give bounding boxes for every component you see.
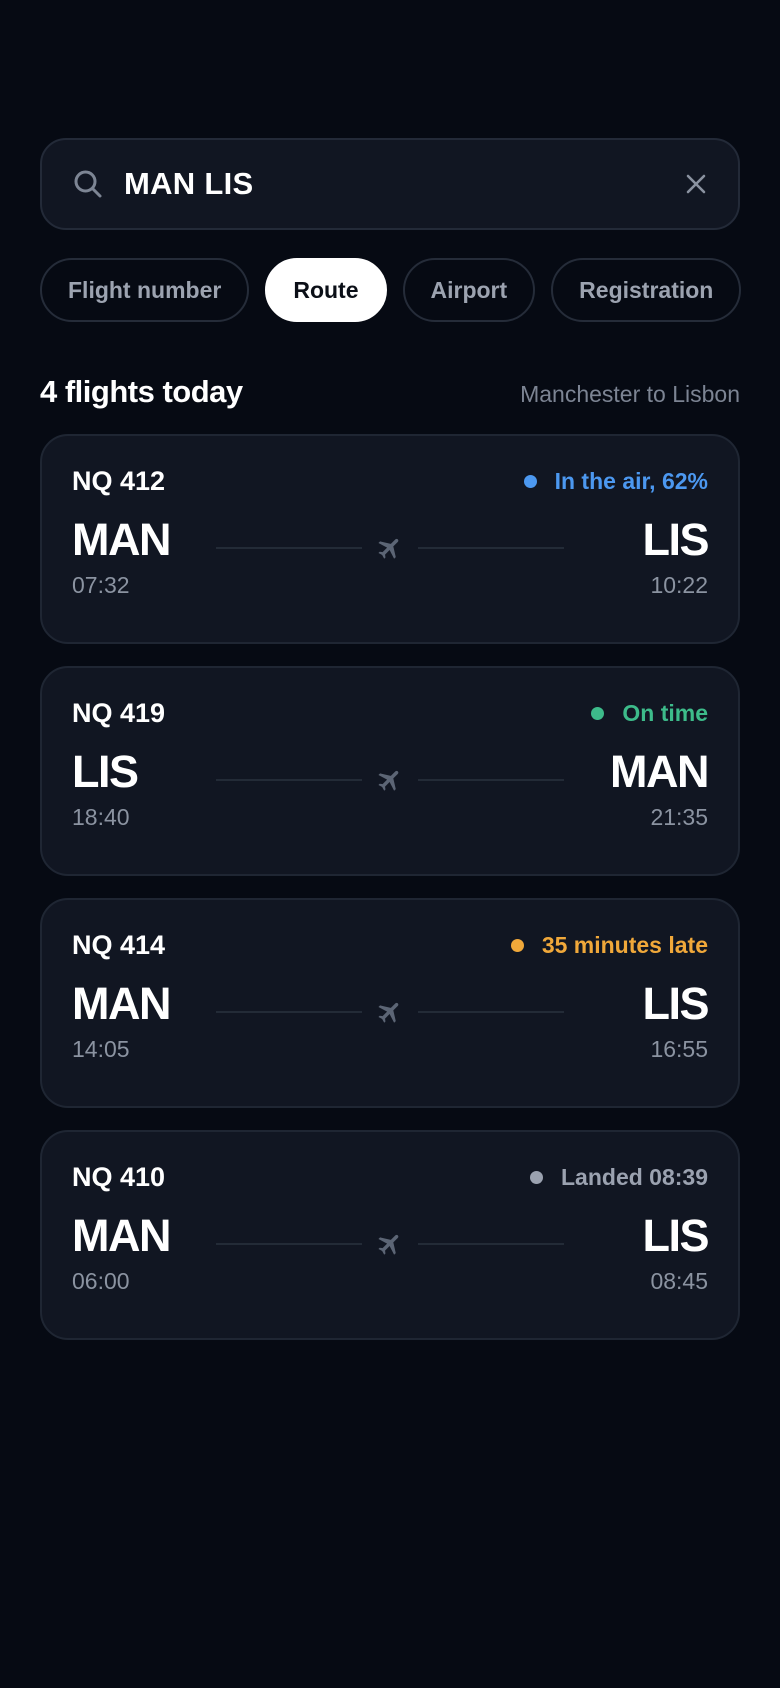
flight-card[interactable]: NQ 414 35 minutes late MAN 14:05 LIS 16:… xyxy=(40,898,740,1108)
arrival-code: MAN xyxy=(610,746,709,797)
track-line xyxy=(216,779,362,781)
track-line xyxy=(418,1243,564,1245)
flight-card[interactable]: NQ 412 In the air, 62% MAN 07:32 LIS 10:… xyxy=(40,434,740,644)
status-dot xyxy=(591,706,605,720)
flight-number: NQ 410 xyxy=(72,1161,166,1192)
flight-search-screen: MAN LIS Flight number Route Airport Regi… xyxy=(0,0,780,1688)
arrival-time: 10:22 xyxy=(650,572,708,598)
departure-code: MAN xyxy=(72,1210,171,1261)
status-label: In the air, 62% xyxy=(554,467,708,494)
departure-code: LIS xyxy=(72,746,139,797)
departure-time: 06:00 xyxy=(72,1268,130,1294)
search-icon xyxy=(74,170,102,198)
flight-card[interactable]: NQ 419 On time LIS 18:40 MAN 21:35 xyxy=(40,666,740,876)
arrival-code: LIS xyxy=(642,1210,709,1261)
departure: MAN 06:00 xyxy=(72,1210,202,1295)
status-dot xyxy=(510,938,524,952)
flight-card[interactable]: NQ 410 Landed 08:39 MAN 06:00 LIS 08:45 xyxy=(40,1130,740,1340)
chip-flight-number[interactable]: Flight number xyxy=(40,258,250,322)
departure-time: 07:32 xyxy=(72,572,130,598)
plane-icon xyxy=(378,1234,399,1255)
search-filter-chips: Flight number Route Airport Registration xyxy=(40,258,742,322)
flight-number: NQ 419 xyxy=(72,697,166,728)
track-line xyxy=(418,547,564,549)
departure-time: 14:05 xyxy=(72,1036,130,1062)
arrival-time: 16:55 xyxy=(650,1036,708,1062)
arrival: LIS 10:22 xyxy=(578,514,709,599)
results-route: Manchester to Lisbon xyxy=(520,381,740,407)
route-track xyxy=(202,998,578,1026)
track-line xyxy=(418,1011,564,1013)
departure: LIS 18:40 xyxy=(72,746,202,831)
route-track xyxy=(202,534,578,562)
arrival-code: LIS xyxy=(642,514,709,565)
status-dot xyxy=(530,1170,543,1184)
track-line xyxy=(216,1243,362,1245)
arrival: LIS 08:45 xyxy=(578,1210,709,1295)
track-line xyxy=(216,1011,362,1013)
flight-status: On time xyxy=(591,700,708,727)
results-summary: 4 flights today Manchester to Lisbon xyxy=(40,374,740,410)
chip-registration[interactable]: Registration xyxy=(551,258,742,322)
search-input[interactable]: MAN LIS xyxy=(124,166,682,202)
departure-time: 18:40 xyxy=(72,804,130,830)
results-count: 4 flights today xyxy=(40,374,243,409)
flight-number: NQ 414 xyxy=(72,929,166,960)
arrival-code: LIS xyxy=(642,978,709,1029)
flight-status: In the air, 62% xyxy=(523,467,708,495)
plane-icon xyxy=(378,538,399,559)
flight-list: NQ 412 In the air, 62% MAN 07:32 LIS 10:… xyxy=(40,434,740,1340)
flight-status: 35 minutes late xyxy=(510,931,708,959)
flight-status: Landed 08:39 xyxy=(530,1164,708,1191)
route-track xyxy=(202,1230,578,1258)
status-label: Landed 08:39 xyxy=(561,1163,708,1190)
flight-number: NQ 412 xyxy=(72,465,166,496)
status-dot xyxy=(523,474,537,488)
departure-code: MAN xyxy=(72,514,171,565)
route-track xyxy=(202,766,578,794)
departure: MAN 07:32 xyxy=(72,514,202,599)
close-icon[interactable] xyxy=(682,170,710,198)
arrival: MAN 21:35 xyxy=(578,746,709,831)
arrival: LIS 16:55 xyxy=(578,978,709,1063)
track-line xyxy=(216,547,362,549)
plane-icon xyxy=(378,770,399,791)
track-line xyxy=(418,779,564,781)
chip-route[interactable]: Route xyxy=(265,258,387,322)
arrival-time: 21:35 xyxy=(650,804,708,830)
status-label: 35 minutes late xyxy=(541,931,708,958)
plane-icon xyxy=(378,1002,399,1023)
departure: MAN 14:05 xyxy=(72,978,202,1063)
search-bar[interactable]: MAN LIS xyxy=(40,138,740,230)
departure-code: MAN xyxy=(72,978,171,1029)
chip-airport[interactable]: Airport xyxy=(402,258,536,322)
status-label: On time xyxy=(622,699,708,726)
arrival-time: 08:45 xyxy=(650,1268,708,1294)
